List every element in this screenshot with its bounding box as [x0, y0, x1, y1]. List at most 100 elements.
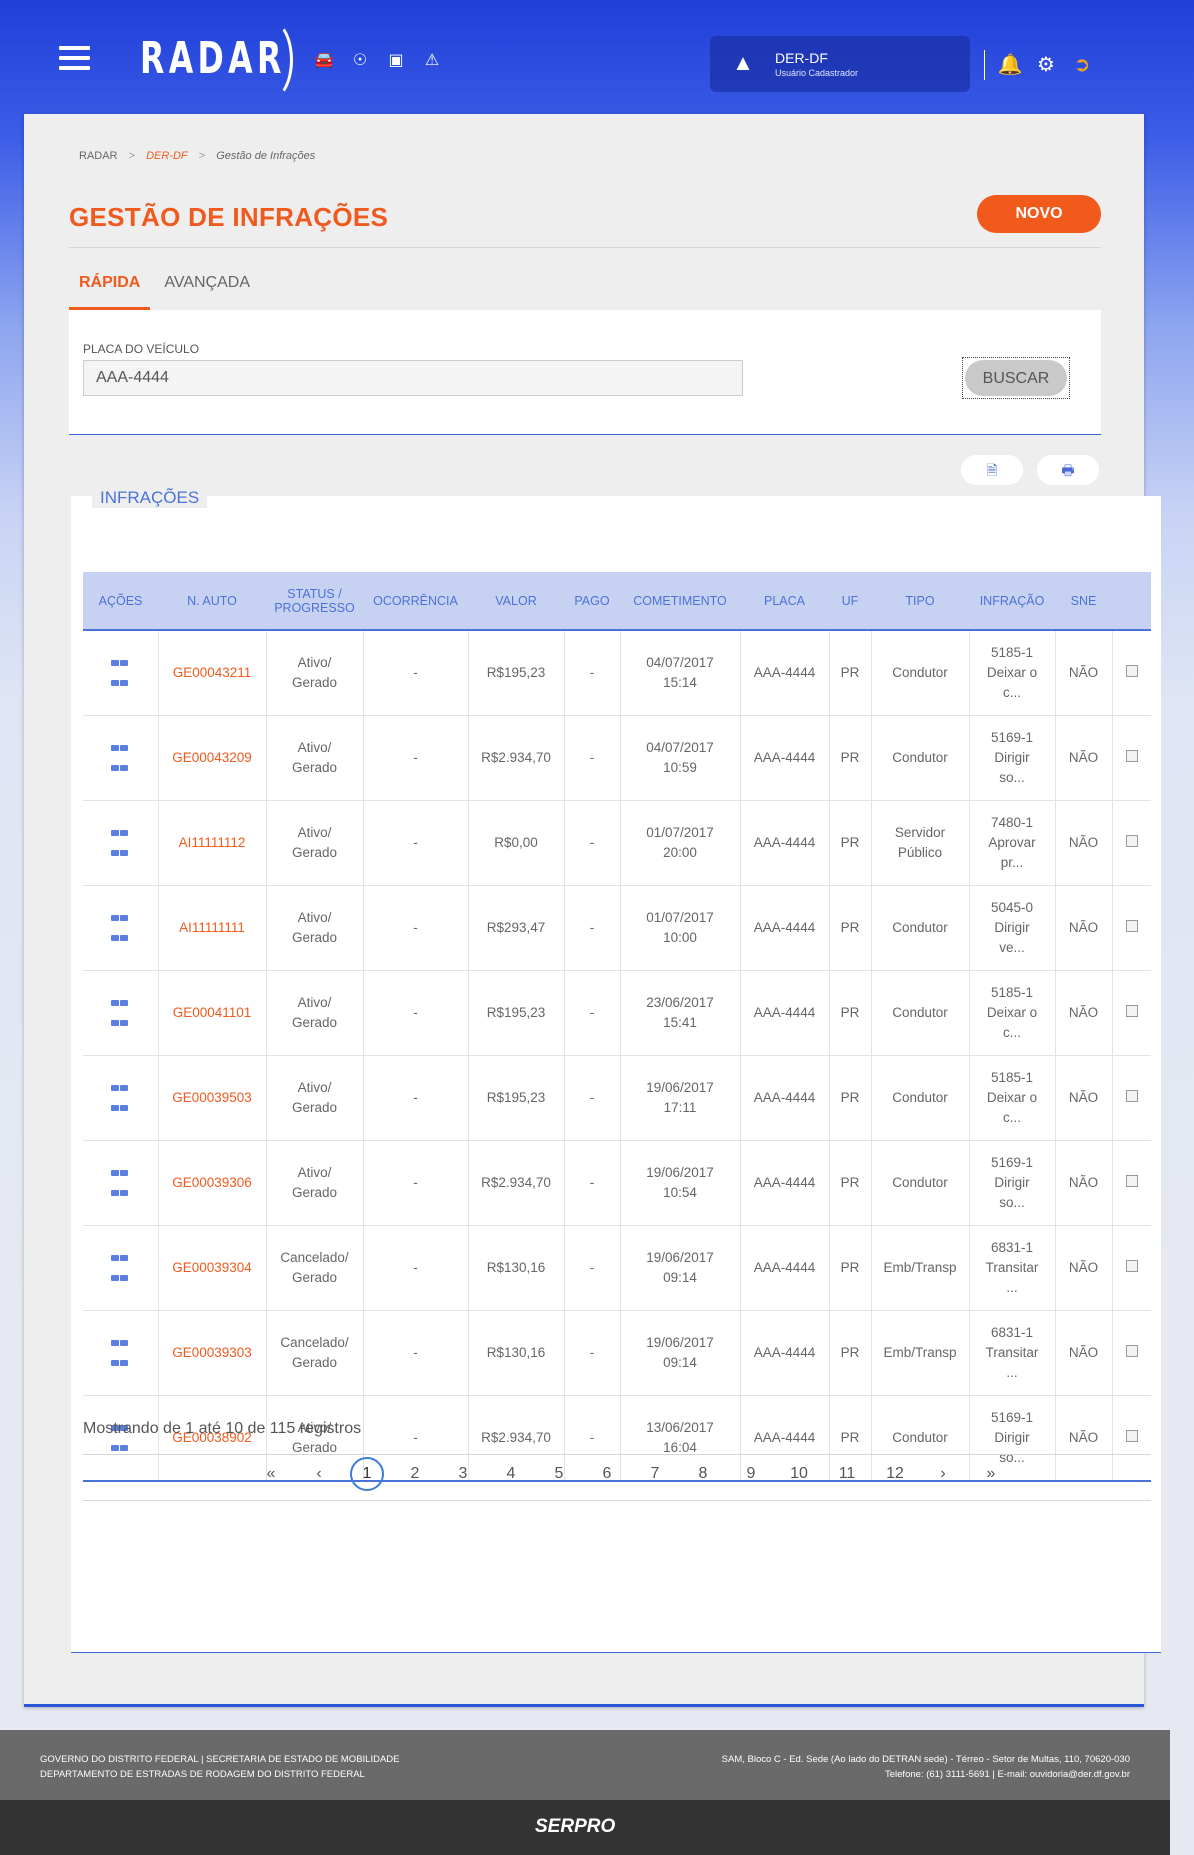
row-checkbox[interactable]	[1125, 835, 1138, 847]
sne-cell: NÃO	[1055, 1055, 1113, 1141]
print-button[interactable]: 🖶	[1037, 455, 1099, 485]
column-header: PLACA	[764, 593, 805, 608]
occurrence-cell: -	[363, 1055, 469, 1141]
car-icon[interactable]: 🚘	[313, 50, 335, 70]
prev-page-button[interactable]: ‹	[295, 1456, 343, 1492]
type-cell: Condutor	[871, 885, 970, 971]
page-button-2[interactable]: 2	[391, 1456, 439, 1492]
sne-cell: NÃO	[1055, 1140, 1113, 1226]
value-cell: R$195,23	[468, 1055, 565, 1141]
page-button-1[interactable]: 1	[343, 1456, 391, 1492]
footer-org-line2: DEPARTAMENTO DE ESTRADAS DE RODAGEM DO D…	[40, 1769, 365, 1780]
row-checkbox[interactable]	[1125, 1430, 1138, 1442]
next-page-button[interactable]: ›	[919, 1456, 967, 1492]
actions-grid-icon[interactable]	[111, 1333, 129, 1366]
steering-wheel-icon[interactable]: ☉	[349, 50, 371, 70]
auto-number-link[interactable]: GE00039503	[158, 1055, 267, 1141]
serpro-logo[interactable]: SERPRO	[535, 1816, 615, 1838]
warning-icon[interactable]: ⚠	[421, 50, 443, 70]
auto-number-link[interactable]: GE00039303	[158, 1310, 267, 1396]
date-cell: 04/07/2017 15:14	[620, 630, 741, 716]
breadcrumb-item-der-df[interactable]: DER-DF	[146, 150, 188, 162]
row-checkbox[interactable]	[1125, 1005, 1138, 1017]
paid-cell: -	[564, 1055, 621, 1141]
page-button-3[interactable]: 3	[439, 1456, 487, 1492]
actions-grid-icon[interactable]	[111, 1248, 129, 1281]
row-checkbox[interactable]	[1125, 1090, 1138, 1102]
actions-grid-icon[interactable]	[111, 653, 129, 686]
page-button-5[interactable]: 5	[535, 1456, 583, 1492]
paid-cell: -	[564, 885, 621, 971]
plate-cell: AAA-4444	[740, 800, 830, 886]
org-selector[interactable]: ▲ DER-DF Usuário Cadastrador	[710, 36, 970, 92]
auto-number-link[interactable]: GE00041101	[158, 970, 267, 1056]
paid-cell: -	[564, 1225, 621, 1311]
row-checkbox[interactable]	[1125, 1260, 1138, 1272]
page-button-10[interactable]: 10	[775, 1456, 823, 1492]
page-button-8[interactable]: 8	[679, 1456, 727, 1492]
excel-export-button[interactable]: 🗎	[961, 455, 1023, 485]
auto-number-link[interactable]: GE00043211	[158, 630, 267, 716]
first-page-button[interactable]: «	[247, 1456, 295, 1492]
actions-grid-icon[interactable]	[111, 1163, 129, 1196]
org-name: DER-DF	[775, 50, 828, 66]
sne-cell: NÃO	[1055, 1395, 1113, 1482]
page-button-9[interactable]: 9	[727, 1456, 775, 1492]
printer-icon: 🖶	[1061, 462, 1075, 478]
infraction-cell: 6831-1 Transitar...	[969, 1225, 1056, 1311]
plate-cell: AAA-4444	[740, 1310, 830, 1396]
infraction-cell: 5045-0 Dirigir ve...	[969, 885, 1056, 971]
auto-number-link[interactable]: GE00043209	[158, 715, 267, 801]
uf-cell: PR	[829, 885, 872, 971]
actions-grid-icon[interactable]	[111, 908, 129, 941]
actions-grid-icon[interactable]	[111, 823, 129, 856]
section-title: INFRAÇÕES	[92, 488, 208, 508]
last-page-button[interactable]: »	[967, 1456, 1015, 1492]
row-checkbox[interactable]	[1125, 750, 1138, 762]
page-button-7[interactable]: 7	[631, 1456, 679, 1492]
top-bar: RADAR 🚘 ☉ ▣ ⚠ ▲ DER-DF Usuário Cadastrad…	[0, 0, 1194, 115]
occurrence-cell: -	[363, 630, 469, 716]
footer-brand-bar: SERPRO	[0, 1800, 1170, 1855]
actions-grid-icon[interactable]	[111, 993, 129, 1026]
auto-number-link[interactable]: GE00039304	[158, 1225, 267, 1311]
search-button[interactable]: BUSCAR	[962, 357, 1070, 399]
gear-icon[interactable]: ⚙	[1034, 52, 1058, 76]
sne-cell: NÃO	[1055, 630, 1113, 716]
document-icon[interactable]: ▣	[385, 50, 407, 70]
tab-rapida[interactable]: RÁPIDA	[69, 267, 151, 310]
actions-grid-icon[interactable]	[111, 738, 129, 771]
auto-number-link[interactable]: AI11111112	[158, 800, 267, 886]
column-header: SNE	[1070, 593, 1097, 608]
plate-input[interactable]	[83, 360, 743, 396]
row-checkbox[interactable]	[1125, 920, 1138, 932]
row-checkbox[interactable]	[1125, 665, 1138, 677]
uf-cell: PR	[829, 1225, 872, 1311]
plate-cell: AAA-4444	[740, 630, 830, 716]
page-button-4[interactable]: 4	[487, 1456, 535, 1492]
search-panel: PLACA DO VEÍCULO BUSCAR	[69, 310, 1101, 435]
page-button-12[interactable]: 12	[871, 1456, 919, 1492]
infraction-cell: 7480-1 Aprovar pr...	[969, 800, 1056, 886]
bell-icon[interactable]: 🔔	[998, 52, 1023, 76]
column-header: COMETIMENTO	[633, 593, 727, 608]
actions-grid-icon[interactable]	[111, 1078, 129, 1111]
auto-number-link[interactable]: GE00039306	[158, 1140, 267, 1226]
row-checkbox[interactable]	[1125, 1345, 1138, 1357]
breadcrumb: RADAR > DER-DF > Gestão de Infrações	[79, 150, 316, 162]
plate-cell: AAA-4444	[740, 715, 830, 801]
uf-cell: PR	[829, 800, 872, 886]
table-row: GE00039304 Cancelado/Gerado - R$130,16-19/0…	[83, 1225, 1151, 1311]
value-cell: R$130,16	[468, 1225, 565, 1311]
page-button-6[interactable]: 6	[583, 1456, 631, 1492]
divider	[69, 247, 1101, 248]
tab-avancada[interactable]: AVANÇADA	[154, 267, 260, 307]
page-button-11[interactable]: 11	[823, 1456, 871, 1492]
new-button[interactable]: NOVO	[977, 195, 1101, 233]
status-cell: Ativo/Gerado	[266, 885, 364, 971]
breadcrumb-item-radar[interactable]: RADAR	[79, 150, 118, 162]
logout-icon[interactable]: ➲	[1070, 52, 1094, 76]
menu-icon[interactable]	[59, 46, 90, 72]
auto-number-link[interactable]: AI11111111	[158, 885, 267, 971]
row-checkbox[interactable]	[1125, 1175, 1138, 1187]
